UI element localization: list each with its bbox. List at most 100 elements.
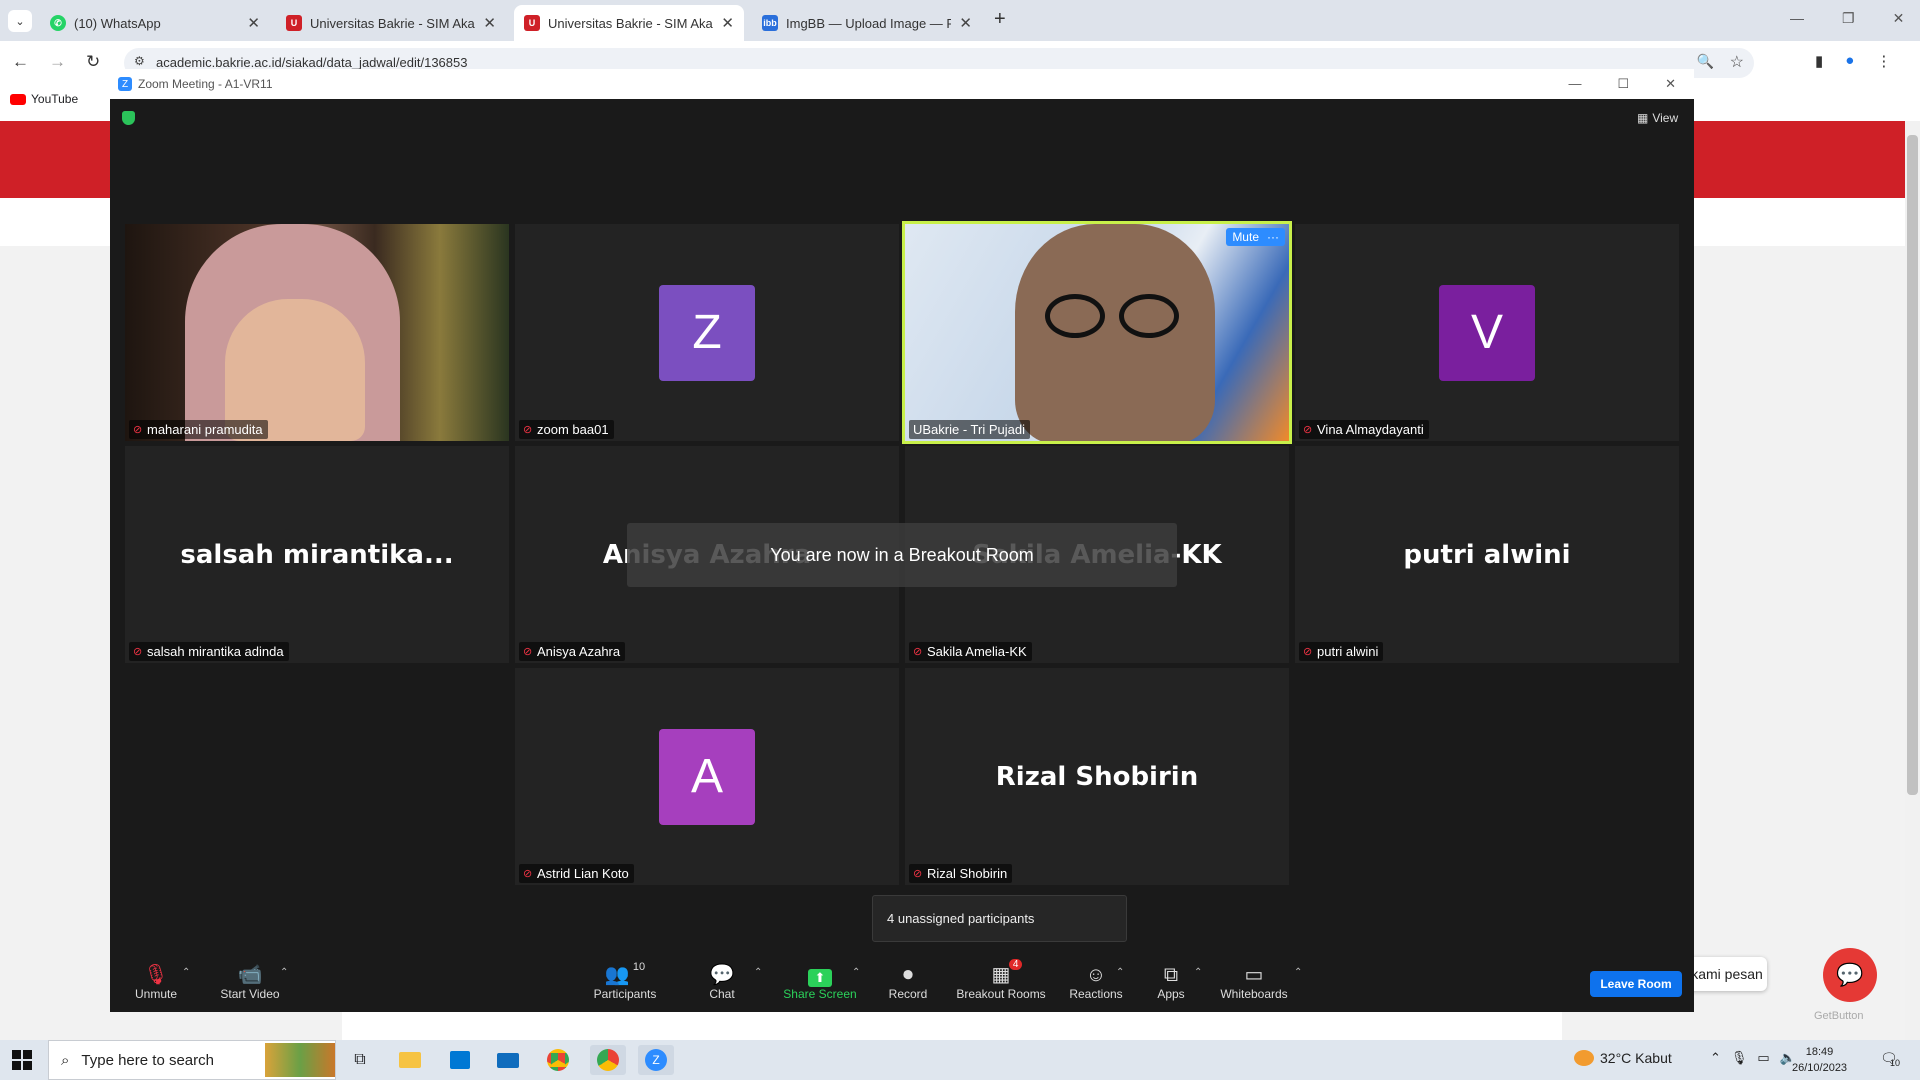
breakout-rooms-icon: ▦ [991, 964, 1011, 986]
reactions-caret-icon[interactable]: ⌃ [1116, 967, 1124, 978]
browser-tab-imgbb[interactable]: ibb ImgBB — Upload Image — Fre ✕ [752, 5, 982, 41]
close-icon[interactable]: ✕ [247, 14, 260, 32]
glasses-shape [1045, 294, 1185, 338]
shield-logo-icon: U [286, 15, 302, 31]
chat-widget-bubble[interactable]: kami pesan [1687, 957, 1767, 991]
tab-search-button[interactable]: ⌄ [8, 10, 32, 32]
zoom-icon[interactable]: 🔍 [1697, 53, 1714, 70]
participant-tile[interactable]: V ⊘ Vina Almaydayanti [1295, 224, 1679, 441]
close-icon[interactable]: ✕ [721, 14, 734, 32]
weather-widget[interactable]: 32°C Kabut [1574, 1050, 1672, 1066]
chrome-icon[interactable] [540, 1045, 576, 1075]
close-icon[interactable]: ✕ [959, 14, 972, 32]
chat-bubbles-icon: 💬 [1836, 962, 1864, 987]
minimize-icon[interactable]: — [1568, 76, 1581, 92]
participant-tile[interactable]: putri alwini ⊘ putri alwini [1295, 446, 1679, 663]
getbutton-credit[interactable]: GetButton [1814, 1010, 1864, 1022]
leave-room-button[interactable]: Leave Room [1590, 971, 1682, 997]
video-options-caret-icon[interactable]: ⌃ [280, 967, 288, 978]
share-options-caret-icon[interactable]: ⌃ [852, 967, 860, 978]
profile-icon[interactable]: ● [1845, 52, 1854, 70]
chat-button[interactable]: 💬 Chat [694, 961, 750, 1001]
avatar: Z [659, 284, 755, 381]
minimize-icon[interactable]: — [1790, 10, 1804, 27]
participant-tile[interactable]: Rizal Shobirin ⊘ Rizal Shobirin [905, 668, 1289, 885]
participant-tile[interactable]: salsah mirantika... ⊘ salsah mirantika ad… [125, 446, 509, 663]
file-explorer-icon[interactable] [392, 1045, 428, 1075]
whiteboards-button[interactable]: ▭ Whiteboards [1214, 961, 1294, 1001]
share-screen-button[interactable]: ⬆ Share Screen [780, 961, 860, 1001]
breakout-room-banner: You are now in a Breakout Room [627, 523, 1177, 587]
apps-icon: ⧉ [1163, 964, 1179, 986]
apps-button[interactable]: ⧉ Apps [1146, 961, 1196, 1001]
more-dots-icon[interactable]: ··· [1267, 230, 1279, 244]
store-icon[interactable] [442, 1045, 478, 1075]
shield-logo-icon: U [524, 15, 540, 31]
whiteboards-caret-icon[interactable]: ⌃ [1294, 967, 1302, 978]
zoom-gallery: ▦ View ⊘ maharani pramudita Z ⊘ zoom baa01… [110, 99, 1694, 949]
mic-muted-icon: ⊘ [913, 867, 923, 880]
participants-button[interactable]: 👥 10 Participants [580, 961, 670, 1001]
bookmark-youtube[interactable]: YouTube [10, 92, 78, 106]
scrollbar-thumb[interactable] [1907, 135, 1918, 795]
mic-muted-icon: 🎙 [143, 964, 169, 986]
close-icon[interactable]: ✕ [483, 14, 496, 32]
audio-options-caret-icon[interactable]: ⌃ [182, 967, 190, 978]
notification-center-button[interactable]: 🗨 10 [1880, 1050, 1900, 1068]
participant-tile[interactable]: A ⊘ Astrid Lian Koto [515, 668, 899, 885]
search-highlight-illustration-icon [265, 1043, 335, 1077]
menu-dots-icon[interactable]: ⋮ [1876, 52, 1891, 70]
chrome-profile-icon[interactable] [590, 1045, 626, 1075]
mic-muted-icon: ⊘ [523, 867, 533, 880]
smiley-plus-icon: ☺ [1085, 964, 1107, 986]
mail-icon[interactable] [490, 1045, 526, 1075]
start-button[interactable] [12, 1050, 32, 1070]
participant-tile[interactable]: ⊘ maharani pramudita [125, 224, 509, 441]
forward-arrow-icon[interactable]: → [49, 52, 66, 72]
search-icon: ⌕ [61, 1051, 70, 1069]
unassigned-participants-tooltip[interactable]: 4 unassigned participants [872, 895, 1127, 942]
apps-caret-icon[interactable]: ⌃ [1194, 967, 1202, 978]
side-panel-icon[interactable]: ▮ [1815, 52, 1823, 70]
chat-widget-button[interactable]: 💬 [1823, 948, 1877, 1002]
close-icon[interactable]: ✕ [1893, 10, 1905, 27]
mic-muted-icon: ⊘ [523, 423, 533, 436]
participants-icon: 👥 [604, 964, 630, 986]
participant-tile[interactable]: Z ⊘ zoom baa01 [515, 224, 899, 441]
zoom-window-title: Zoom Meeting - A1-VR11 [138, 77, 273, 91]
chat-options-caret-icon[interactable]: ⌃ [754, 967, 762, 978]
youtube-icon [10, 93, 26, 105]
back-arrow-icon[interactable]: ← [12, 52, 29, 72]
start-video-button[interactable]: 📹 Start Video [210, 961, 290, 1001]
record-button[interactable]: ⏺ Record [880, 961, 936, 1001]
chat-icon: 💬 [709, 964, 735, 986]
zoom-taskbar-icon[interactable]: Z [638, 1045, 674, 1075]
browser-tab-siakad-2[interactable]: U Universitas Bakrie - SIM Akade ✕ [514, 5, 744, 41]
unmute-button[interactable]: 🎙 Unmute [128, 961, 184, 1001]
mic-muted-icon: ⊘ [1303, 645, 1313, 658]
microphone-icon[interactable]: 🎙 [1731, 1050, 1748, 1066]
encryption-shield-icon[interactable] [122, 111, 135, 125]
taskbar-search-box[interactable]: ⌕ Type here to search [48, 1040, 336, 1080]
chevron-up-icon[interactable]: ⌃ [1710, 1050, 1721, 1066]
browser-tab-siakad-1[interactable]: U Universitas Bakrie - SIM Akade ✕ [276, 5, 506, 41]
browser-tab-whatsapp[interactable]: ✆ (10) WhatsApp ✕ [40, 5, 270, 41]
mic-muted-icon: ⊘ [523, 645, 533, 658]
reload-icon[interactable]: ↻ [86, 52, 100, 72]
participant-tile-active-speaker[interactable]: Mute ··· UBakrie - Tri Pujadi [902, 221, 1292, 444]
star-icon[interactable]: ☆ [1730, 52, 1744, 72]
site-info-icon[interactable]: ⚙ [134, 54, 145, 68]
mute-participant-button[interactable]: Mute ··· [1226, 228, 1285, 246]
task-view-icon[interactable]: ⧉ [342, 1045, 378, 1075]
new-tab-button[interactable]: + [994, 8, 1006, 31]
maximize-icon[interactable]: ☐ [1617, 76, 1629, 92]
clock[interactable]: 18:49 26/10/2023 [1792, 1044, 1847, 1076]
restore-icon[interactable]: ❐ [1842, 10, 1855, 27]
network-icon[interactable]: ▭ [1757, 1050, 1769, 1066]
video-off-icon: 📹 [237, 964, 263, 986]
close-icon[interactable]: ✕ [1665, 76, 1676, 92]
breakout-rooms-button[interactable]: ▦ 4 Breakout Rooms [956, 959, 1046, 1001]
whiteboard-icon: ▭ [1244, 964, 1264, 986]
view-button[interactable]: ▦ View [1637, 111, 1678, 125]
mic-muted-icon: ⊘ [913, 645, 923, 658]
